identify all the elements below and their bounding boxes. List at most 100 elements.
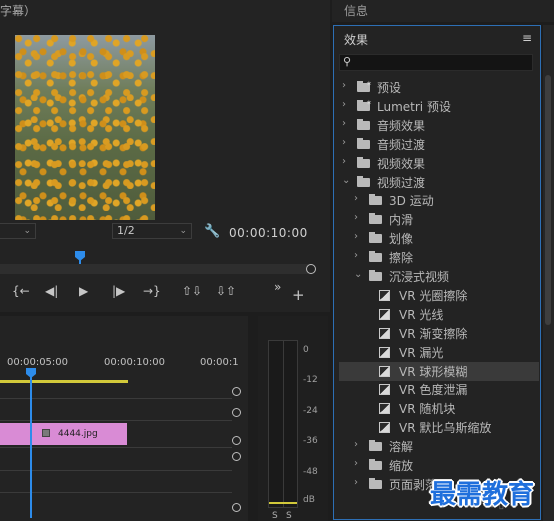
- effect-label: 3D 运动: [389, 194, 434, 209]
- effect-item[interactable]: VR 色度泄漏: [339, 380, 539, 399]
- extract-button[interactable]: ⇩⇧: [216, 284, 236, 298]
- meter-level: [269, 502, 297, 504]
- effect-label: VR 色度泄漏: [399, 383, 468, 398]
- chevron-right-icon[interactable]: ›: [342, 99, 346, 110]
- lift-button[interactable]: ⇧⇩: [182, 284, 202, 298]
- folder-icon: [357, 118, 370, 130]
- transition-icon: [379, 384, 390, 396]
- monitor-title: 字幕）: [0, 4, 37, 18]
- db-label: dB: [303, 495, 315, 505]
- track-scroll-handle[interactable]: [232, 452, 241, 461]
- wrench-icon[interactable]: 🔧: [204, 224, 220, 239]
- chevron-right-icon[interactable]: ›: [342, 137, 346, 148]
- solo-left-button[interactable]: S: [272, 511, 278, 521]
- chevron-right-icon[interactable]: ›: [354, 458, 358, 469]
- info-panel-tab[interactable]: 信息: [332, 0, 554, 22]
- effect-item[interactable]: VR 漏光: [339, 343, 539, 362]
- effect-item[interactable]: VR 光圈擦除: [339, 286, 539, 305]
- mark-in-button[interactable]: {←: [12, 284, 30, 298]
- effect-item[interactable]: VR 光线: [339, 305, 539, 324]
- effect-label: VR 光圈擦除: [399, 288, 468, 303]
- more-controls-icon[interactable]: »: [274, 280, 281, 294]
- play-button[interactable]: ▶: [79, 284, 88, 298]
- effect-label: 内滑: [389, 213, 414, 228]
- folder-icon: [357, 156, 370, 168]
- chevron-right-icon[interactable]: ›: [342, 118, 346, 129]
- resolution-dropdown[interactable]: 1/2 ⌄: [112, 223, 192, 239]
- chevron-down-icon: ⌄: [179, 226, 187, 236]
- track-divider: [0, 398, 232, 399]
- mark-out-button[interactable]: →}: [143, 284, 161, 298]
- effects-folder[interactable]: › 划像: [339, 229, 539, 248]
- effects-folder[interactable]: ⌄ 沉浸式视频: [339, 267, 539, 286]
- chevron-right-icon[interactable]: ›: [354, 250, 358, 261]
- effects-folder[interactable]: › 视频效果: [339, 154, 539, 173]
- chevron-right-icon[interactable]: ›: [354, 439, 358, 450]
- step-forward-button[interactable]: |▶: [112, 284, 125, 298]
- track-scroll-handle[interactable]: [232, 436, 241, 445]
- monitor-scrub-bar[interactable]: [0, 264, 312, 274]
- folder-icon: [369, 194, 382, 206]
- chevron-down-icon: ⌄: [23, 226, 31, 236]
- effect-label: VR 球形模糊: [399, 364, 468, 379]
- effects-folder[interactable]: › ✶ 预设: [339, 78, 539, 97]
- effects-folder[interactable]: › 音频效果: [339, 116, 539, 135]
- panel-menu-icon[interactable]: ≡: [522, 31, 532, 45]
- folder-icon: ✶: [357, 99, 372, 111]
- work-area-bar[interactable]: [0, 380, 128, 383]
- db-label: -48: [303, 467, 318, 477]
- step-back-button[interactable]: ◀|: [45, 284, 58, 298]
- chevron-right-icon[interactable]: ›: [342, 80, 346, 91]
- chevron-right-icon[interactable]: ›: [354, 212, 358, 223]
- effect-item[interactable]: VR 默比乌斯缩放: [339, 418, 539, 437]
- effect-label: 擦除: [389, 251, 414, 266]
- folder-icon: ✶: [357, 80, 372, 92]
- track-divider: [0, 492, 232, 493]
- track-scroll-handle[interactable]: [232, 503, 241, 512]
- effects-folder[interactable]: › ✶ Lumetri 预设: [339, 97, 539, 116]
- folder-icon: [369, 459, 382, 470]
- effects-folder[interactable]: › 内滑: [339, 210, 539, 229]
- effect-item[interactable]: VR 随机块: [339, 399, 539, 418]
- effect-label: 音频效果: [377, 118, 426, 133]
- solo-right-button[interactable]: S: [286, 511, 292, 521]
- track-scroll-handle[interactable]: [232, 408, 241, 417]
- transition-icon: [379, 327, 390, 339]
- effects-folder[interactable]: › 溶解: [339, 437, 539, 456]
- video-frame-sunflowers: [15, 35, 155, 220]
- transition-icon: [379, 289, 390, 301]
- effects-folder[interactable]: › 擦除: [339, 248, 539, 267]
- scrub-end-handle[interactable]: [306, 264, 316, 274]
- chevron-right-icon[interactable]: ›: [342, 156, 346, 167]
- chevron-down-icon[interactable]: ⌄: [342, 175, 350, 186]
- effects-search-input[interactable]: [339, 54, 533, 71]
- track-scroll-handle[interactable]: [232, 387, 241, 396]
- add-button-icon[interactable]: +: [292, 286, 305, 304]
- effect-label: VR 漏光: [399, 345, 444, 360]
- chevron-down-icon[interactable]: ⌄: [354, 269, 362, 280]
- effects-folder[interactable]: › 3D 运动: [339, 191, 539, 210]
- db-label: 0: [303, 345, 309, 355]
- timeline-time-label: 00:00:1: [200, 357, 239, 368]
- program-timecode[interactable]: 00:00:10:00: [229, 226, 308, 240]
- chevron-right-icon[interactable]: ›: [354, 193, 358, 204]
- effects-folder[interactable]: › 缩放: [339, 456, 539, 475]
- transition-icon: [379, 422, 390, 434]
- effect-item[interactable]: VR 渐变擦除: [339, 324, 539, 343]
- effects-folder[interactable]: ⌄ 视频过渡: [339, 173, 539, 192]
- fit-dropdown[interactable]: ⌄: [0, 223, 36, 239]
- chevron-right-icon[interactable]: ›: [354, 231, 358, 242]
- db-label: -24: [303, 406, 318, 416]
- effect-label: 音频过渡: [377, 137, 426, 152]
- chevron-right-icon[interactable]: ›: [354, 477, 358, 488]
- info-tab-label: 信息: [344, 4, 369, 18]
- folder-icon: [357, 175, 370, 187]
- timeline-clip[interactable]: 4444.jpg: [0, 423, 127, 445]
- timeline-playhead-line: [30, 376, 32, 518]
- effects-folder[interactable]: › 音频过渡: [339, 135, 539, 154]
- effect-label: 溶解: [389, 440, 414, 455]
- effect-label: VR 默比乌斯缩放: [399, 421, 492, 436]
- effect-item[interactable]: VR 球形模糊: [339, 361, 539, 381]
- effects-title: 效果: [344, 33, 369, 47]
- effects-scrollbar-thumb[interactable]: [545, 75, 551, 325]
